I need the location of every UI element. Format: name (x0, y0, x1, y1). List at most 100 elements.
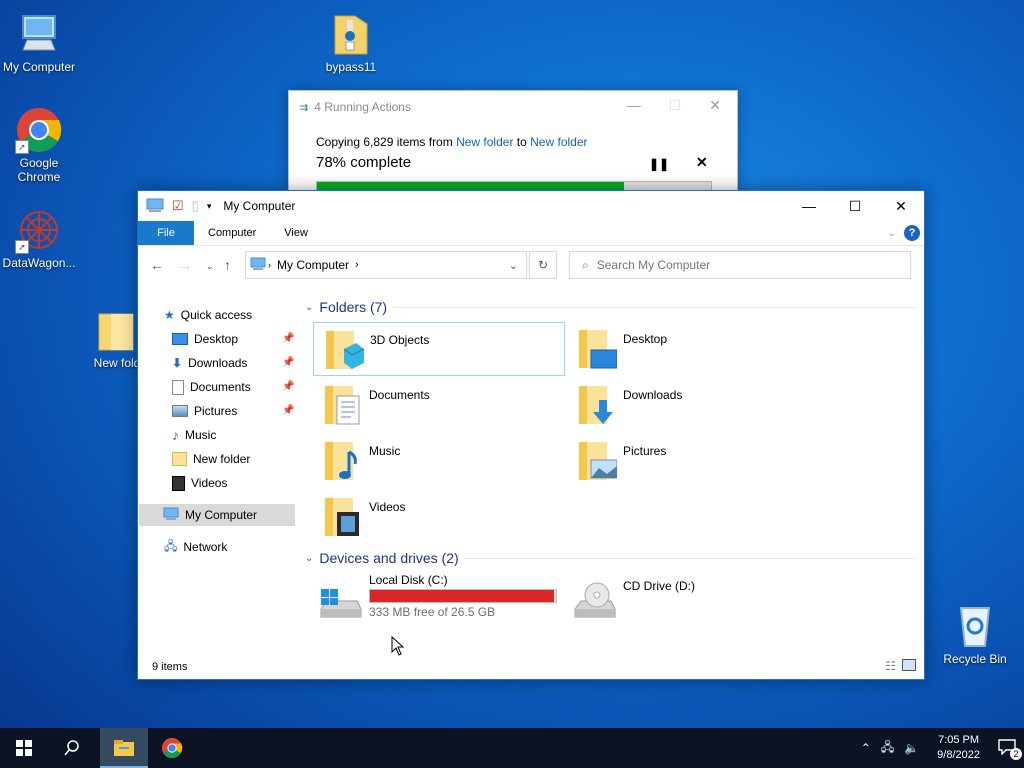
chrome-icon (161, 737, 183, 759)
taskbar-file-explorer[interactable] (100, 728, 148, 768)
recent-locations-icon[interactable]: ⌄ (206, 261, 214, 272)
folder-downloads[interactable]: Downloads (567, 378, 817, 430)
computer-icon (146, 198, 164, 215)
volume-icon[interactable]: 🔈 (904, 741, 919, 755)
group-divider (464, 557, 915, 559)
folder-music[interactable]: Music (313, 434, 563, 486)
disk-usage-bar (369, 589, 557, 603)
breadcrumb-my-computer[interactable]: My Computer (277, 258, 349, 272)
breadcrumb-chevron-icon[interactable]: › (355, 259, 359, 271)
videos-folder-icon (323, 494, 363, 538)
desktop-icon-datawagon[interactable]: ➚ DataWagon... (0, 206, 78, 270)
up-arrow-icon[interactable]: ↑ (224, 257, 231, 273)
close-button[interactable]: ✕ (709, 97, 721, 114)
new-folder-icon[interactable]: ▯ (192, 198, 199, 214)
cancel-copy-button[interactable]: ✕ (696, 154, 708, 171)
nav-label: Downloads (188, 356, 248, 370)
folder-icon (172, 452, 187, 466)
destination-folder-link[interactable]: New folder (530, 135, 587, 149)
pin-icon[interactable]: 📌 (282, 381, 294, 392)
desktop-icon-label: Recycle Bin (943, 652, 1007, 666)
desktop-icon-my-computer[interactable]: My Computer (0, 10, 78, 74)
desktop-icon-label: My Computer (2, 60, 76, 74)
pin-icon[interactable]: 📌 (282, 405, 294, 416)
disk-usage-fill (370, 590, 554, 602)
taskbar-search-button[interactable] (48, 728, 96, 768)
nav-videos[interactable]: Videos (172, 472, 227, 494)
network-icon[interactable]: 🖧 (881, 738, 894, 759)
taskbar-chrome[interactable] (148, 728, 196, 768)
nav-new-folder[interactable]: New folder (172, 448, 250, 470)
notification-center-button[interactable]: 2 (998, 739, 1022, 760)
expand-ribbon-icon[interactable]: ⌄ (888, 228, 896, 239)
desktop-icon-bypass11[interactable]: bypass11 (312, 10, 390, 74)
tab-computer[interactable]: Computer (194, 221, 270, 245)
tab-file[interactable]: File (138, 221, 194, 245)
percent-complete-text: 78% complete (316, 154, 412, 171)
nav-label: Music (185, 428, 217, 442)
nav-label: My Computer (185, 508, 258, 522)
desktop-icon-recycle-bin[interactable]: Recycle Bin (936, 602, 1014, 666)
minimize-button[interactable]: — (627, 97, 641, 114)
chevron-down-icon[interactable]: ▾ (207, 201, 212, 212)
nav-label: New folder (193, 452, 251, 466)
address-bar[interactable]: › My Computer › ⌄ (245, 251, 527, 279)
drive-cd-d[interactable]: CD Drive (D:) (571, 573, 695, 629)
search-input[interactable] (594, 257, 899, 273)
progress-dialog-title: 4 Running Actions (314, 100, 411, 114)
start-button[interactable] (0, 728, 48, 768)
address-dropdown-icon[interactable]: ⌄ (509, 259, 518, 272)
pause-button[interactable]: ❚❚ (649, 157, 669, 171)
content-pane: ⌄ Folders (7) 3D Objects Desktop Documen… (305, 297, 924, 657)
pin-icon[interactable]: 📌 (282, 333, 294, 344)
folder-3d-objects[interactable]: 3D Objects (313, 322, 565, 376)
folder-icon (93, 306, 141, 354)
ribbon-tabs: File Computer View ⌄ ? (138, 221, 924, 246)
large-icons-view-icon[interactable] (902, 659, 916, 671)
search-icon (64, 740, 79, 756)
maximize-button[interactable]: ☐ (669, 97, 682, 114)
forward-arrow-icon[interactable]: → (178, 257, 192, 273)
nav-my-computer[interactable]: My Computer (139, 504, 295, 526)
nav-label: Videos (191, 476, 228, 490)
film-icon (172, 475, 185, 491)
system-tray: ⌃ 🖧 🔈 7:05 PM 9/8/2022 2 (861, 733, 1024, 763)
cube-folder-icon (324, 327, 365, 371)
group-divider (393, 306, 915, 308)
nav-label: Pictures (194, 404, 238, 418)
copy-description: Copying 6,829 items from New folder to N… (316, 135, 588, 149)
folder-documents[interactable]: Documents (313, 378, 563, 430)
music-note-icon: ♪ (172, 427, 179, 443)
file-explorer-window: ☑ ▯ ▾ My Computer — ☐ ✕ File Computer Vi… (137, 190, 925, 680)
nav-quick-access[interactable]: ★ Quick access (164, 304, 252, 326)
chevron-down-icon: ⌄ (305, 301, 314, 313)
folder-pictures[interactable]: Pictures (567, 434, 817, 486)
computer-icon (163, 507, 179, 523)
close-button[interactable]: ✕ (878, 191, 924, 221)
pin-icon[interactable]: 📌 (282, 357, 294, 368)
desktop-icon-google-chrome[interactable]: ➚ Google Chrome (0, 106, 78, 184)
folder-videos[interactable]: Videos (313, 490, 563, 542)
chevron-up-icon[interactable]: ⌃ (861, 741, 871, 755)
properties-icon[interactable]: ☑ (172, 198, 184, 214)
help-button[interactable]: ? (904, 225, 920, 241)
maximize-button[interactable]: ☐ (832, 191, 878, 221)
folders-group-header[interactable]: ⌄ Folders (7) (305, 299, 915, 315)
details-view-icon[interactable]: ☷ (885, 659, 896, 673)
minimize-button[interactable]: — (786, 191, 832, 221)
drive-local-disk-c[interactable]: Local Disk (C:) 333 MB free of 26.5 GB (317, 573, 557, 629)
nav-label: Documents (190, 380, 251, 394)
folder-label: Music (369, 444, 401, 458)
download-arrow-icon: ⬇ (172, 356, 183, 370)
drives-group-header[interactable]: ⌄ Devices and drives (2) (305, 550, 915, 566)
folder-desktop[interactable]: Desktop (567, 322, 817, 374)
nav-music[interactable]: ♪ Music (172, 424, 216, 446)
search-box[interactable]: ⌕ (569, 251, 911, 279)
tab-view[interactable]: View (270, 221, 322, 245)
clock[interactable]: 7:05 PM 9/8/2022 (937, 733, 980, 763)
refresh-button[interactable]: ↻ (529, 251, 557, 279)
nav-network[interactable]: 🖧 Network (164, 536, 227, 558)
back-arrow-icon[interactable]: ← (150, 257, 164, 273)
source-folder-link[interactable]: New folder (456, 135, 513, 149)
desktop-icon-label: DataWagon... (2, 256, 76, 270)
